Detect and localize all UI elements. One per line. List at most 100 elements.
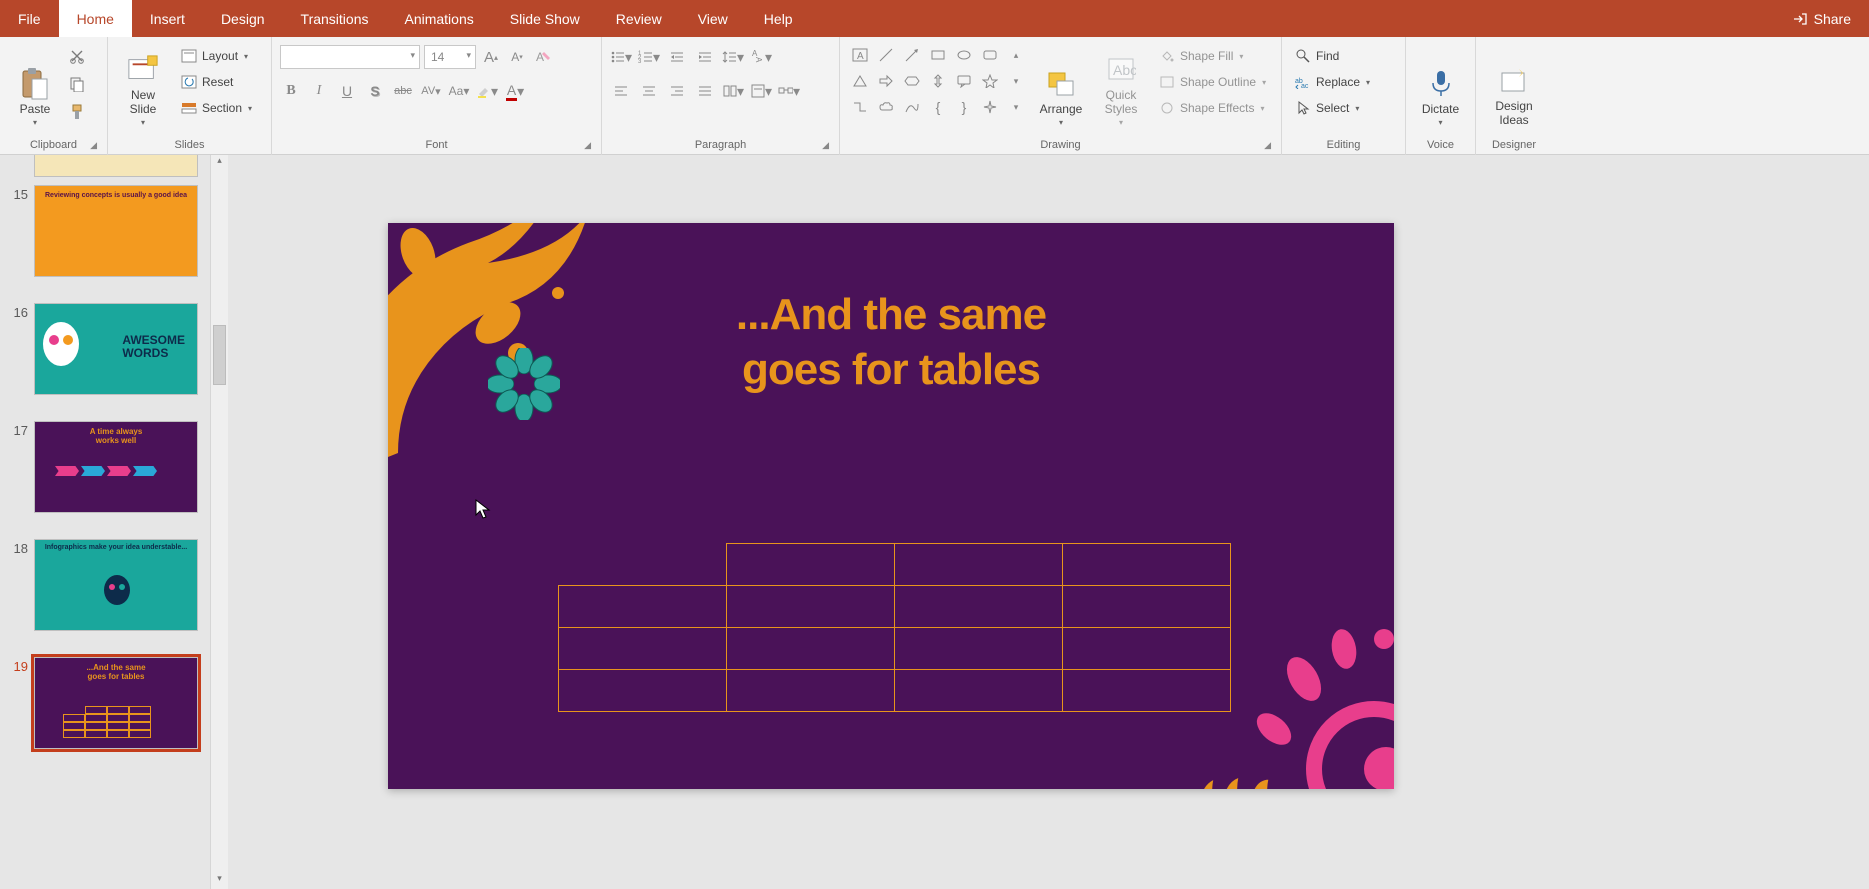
line-spacing-button[interactable]: ▾ xyxy=(722,46,744,68)
thumb-preview[interactable]: A time always works well xyxy=(34,421,198,513)
shape-curve[interactable] xyxy=(900,95,924,119)
columns-button[interactable]: ▾ xyxy=(722,80,744,102)
reset-button[interactable]: Reset xyxy=(176,71,256,93)
text-direction-button[interactable]: AA▾ xyxy=(750,46,772,68)
replace-button[interactable]: abacReplace▾ xyxy=(1290,71,1374,93)
format-painter-button[interactable] xyxy=(68,103,86,121)
slide-title[interactable]: ...And the same goes for tables xyxy=(388,287,1394,397)
table-cell[interactable] xyxy=(1063,586,1231,628)
gallery-down[interactable]: ▾ xyxy=(1004,69,1028,93)
italic-button[interactable]: I xyxy=(308,80,330,102)
shape-star[interactable] xyxy=(978,69,1002,93)
shape-textbox[interactable]: A xyxy=(848,43,872,67)
shrink-font-button[interactable]: A▾ xyxy=(506,46,528,68)
text-shadow-button[interactable]: S xyxy=(364,80,386,102)
shape-arrow-updown[interactable] xyxy=(926,69,950,93)
shape-arrow-right[interactable] xyxy=(874,69,898,93)
thumb-preview[interactable]: AWESOME WORDS xyxy=(34,303,198,395)
tab-file[interactable]: File xyxy=(0,0,59,37)
launcher-icon[interactable]: ◢ xyxy=(584,140,591,151)
shape-rounded-rect[interactable] xyxy=(978,43,1002,67)
dictate-button[interactable]: Dictate ▾ xyxy=(1414,41,1467,129)
launcher-icon[interactable]: ◢ xyxy=(90,140,97,151)
table-cell[interactable] xyxy=(727,628,895,670)
tab-slideshow[interactable]: Slide Show xyxy=(492,0,598,37)
shapes-gallery[interactable]: A ▴ ▾ { xyxy=(848,43,1028,119)
strikethrough-button[interactable]: abc xyxy=(392,80,414,102)
tab-animations[interactable]: Animations xyxy=(386,0,491,37)
select-button[interactable]: Select▾ xyxy=(1290,97,1374,119)
justify-button[interactable] xyxy=(694,80,716,102)
table-cell[interactable] xyxy=(727,670,895,712)
shape-outline-button[interactable]: Shape Outline▾ xyxy=(1154,71,1270,93)
table-cell[interactable] xyxy=(559,586,727,628)
thumb-preview[interactable]: ...And the same goes for tables xyxy=(34,657,198,749)
shape-line[interactable] xyxy=(874,43,898,67)
table-cell[interactable] xyxy=(559,628,727,670)
numbering-button[interactable]: 123▾ xyxy=(638,46,660,68)
slide-thumbnail[interactable] xyxy=(34,155,198,177)
shape-connector[interactable] xyxy=(848,95,872,119)
underline-button[interactable]: U xyxy=(336,80,358,102)
section-button[interactable]: Section▾ xyxy=(176,97,256,119)
table-cell[interactable] xyxy=(559,544,727,586)
highlight-button[interactable]: ▾ xyxy=(476,80,498,102)
clear-formatting-button[interactable]: A xyxy=(532,46,554,68)
shape-brace-left[interactable]: { xyxy=(926,95,950,119)
table-cell[interactable] xyxy=(895,670,1063,712)
tab-home[interactable]: Home xyxy=(59,0,132,37)
align-right-button[interactable] xyxy=(666,80,688,102)
tab-review[interactable]: Review xyxy=(598,0,680,37)
shape-arrow-line[interactable] xyxy=(900,43,924,67)
launcher-icon[interactable]: ◢ xyxy=(1264,140,1271,151)
font-size-combo[interactable]: 14▾ xyxy=(424,45,476,69)
slide-table[interactable] xyxy=(558,543,1231,712)
tab-design[interactable]: Design xyxy=(203,0,283,37)
design-ideas-button[interactable]: Design Ideas xyxy=(1487,41,1541,129)
find-button[interactable]: Find xyxy=(1290,45,1374,67)
new-slide-button[interactable]: New Slide ▾ xyxy=(116,41,170,129)
share-button[interactable]: Share xyxy=(1774,0,1869,37)
table-cell[interactable] xyxy=(1063,544,1231,586)
cut-button[interactable] xyxy=(68,47,86,65)
slide-thumbnail-15[interactable]: 15 Reviewing concepts is usually a good … xyxy=(4,185,228,277)
table-cell[interactable] xyxy=(895,544,1063,586)
slide-thumbnail-18[interactable]: 18 Infographics make your idea understab… xyxy=(4,539,228,631)
slide-thumbnail-17[interactable]: 17 A time always works well xyxy=(4,421,228,513)
table-cell[interactable] xyxy=(727,586,895,628)
increase-indent-button[interactable] xyxy=(694,46,716,68)
decrease-indent-button[interactable] xyxy=(666,46,688,68)
shape-rectangle[interactable] xyxy=(926,43,950,67)
table-cell[interactable] xyxy=(895,628,1063,670)
table-cell[interactable] xyxy=(1063,628,1231,670)
gallery-more[interactable]: ▾ xyxy=(1004,95,1028,119)
shape-brace-right[interactable]: } xyxy=(952,95,976,119)
shape-hexagon[interactable] xyxy=(900,69,924,93)
table-cell[interactable] xyxy=(1063,670,1231,712)
bullets-button[interactable]: ▾ xyxy=(610,46,632,68)
table-cell[interactable] xyxy=(895,586,1063,628)
slide-thumbnail-19[interactable]: 19 ...And the same goes for tables xyxy=(4,657,228,749)
shape-oval[interactable] xyxy=(952,43,976,67)
tab-view[interactable]: View xyxy=(680,0,746,37)
shape-cloud[interactable] xyxy=(874,95,898,119)
scroll-down-icon[interactable]: ▾ xyxy=(211,873,228,889)
launcher-icon[interactable]: ◢ xyxy=(822,140,829,151)
shape-triangle[interactable] xyxy=(848,69,872,93)
quick-styles-button[interactable]: Abc Quick Styles ▾ xyxy=(1094,41,1148,129)
bold-button[interactable]: B xyxy=(280,80,302,102)
tab-transitions[interactable]: Transitions xyxy=(283,0,387,37)
align-center-button[interactable] xyxy=(638,80,660,102)
table-cell[interactable] xyxy=(727,544,895,586)
gallery-up[interactable]: ▴ xyxy=(1004,43,1028,67)
font-color-button[interactable]: A▾ xyxy=(504,80,526,102)
font-name-combo[interactable]: ▾ xyxy=(280,45,420,69)
shape-fill-button[interactable]: Shape Fill▾ xyxy=(1154,45,1270,67)
thumb-preview[interactable]: Infographics make your idea understable.… xyxy=(34,539,198,631)
shape-callout[interactable] xyxy=(952,69,976,93)
shape-star4[interactable] xyxy=(978,95,1002,119)
copy-button[interactable] xyxy=(68,75,86,93)
table-cell[interactable] xyxy=(559,670,727,712)
char-spacing-button[interactable]: AV▾ xyxy=(420,80,442,102)
scroll-handle[interactable] xyxy=(213,325,226,385)
